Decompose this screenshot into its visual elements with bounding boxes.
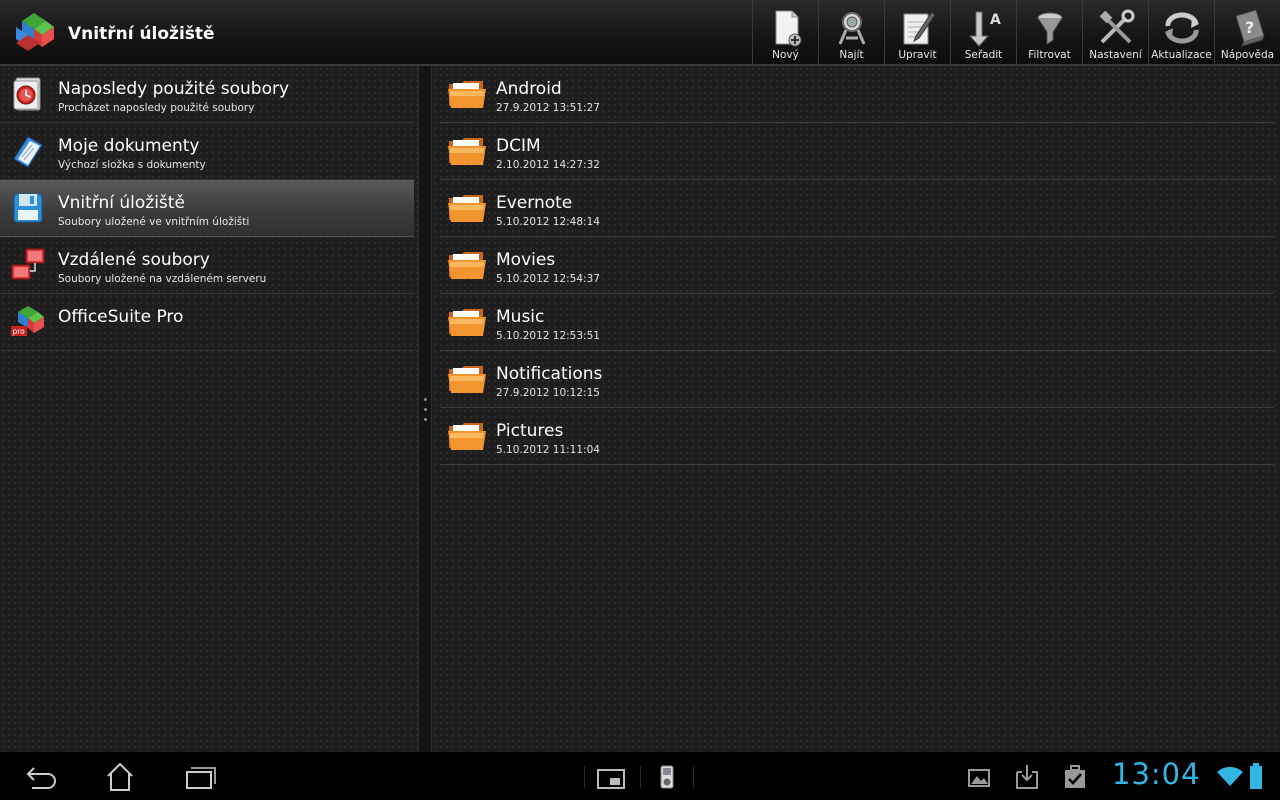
screenshot-icon[interactable] [594, 760, 628, 792]
file-row-music[interactable]: Music 5.10.2012 12:53:51 [440, 294, 1274, 351]
search-binoculars-icon [838, 12, 865, 45]
sidebar-item-subtitle: Procházet naposledy použité soubory [58, 102, 255, 114]
internal-storage-icon [13, 193, 43, 223]
sidebar-item-subtitle: Výchozí složka s dokumenty [58, 159, 206, 171]
pane-splitter-handle[interactable] [418, 66, 432, 752]
file-row-notifications[interactable]: Notifications 27.9.2012 10:12:15 [440, 351, 1274, 408]
task-done-notification-icon[interactable] [1060, 760, 1090, 792]
home-icon[interactable] [102, 760, 138, 792]
officesuite-pro-icon: pro [11, 306, 44, 336]
folder-icon [448, 81, 486, 108]
svg-text:?: ? [1245, 18, 1254, 37]
folder-icon [448, 252, 486, 279]
file-date: 5.10.2012 12:48:14 [496, 216, 600, 228]
system-navigation-bar: 13:04 [0, 752, 1280, 800]
help-label: Nápověda [1220, 49, 1275, 61]
my-documents-icon [13, 136, 43, 168]
recent-apps-icon[interactable] [182, 760, 218, 792]
splitter-grip-dot [424, 408, 427, 411]
status-clock[interactable]: 13:04 [1112, 757, 1201, 791]
refresh-label: Aktualizace [1151, 49, 1212, 61]
help-button[interactable]: ? Nápověda [1214, 0, 1280, 64]
new-document-icon [775, 10, 801, 47]
folder-icon [448, 423, 486, 450]
sidebar-item-officesuite-pro[interactable]: pro OfficeSuite Pro [0, 294, 414, 351]
back-icon[interactable] [22, 760, 62, 792]
file-name: Android [496, 79, 562, 99]
file-date: 27.9.2012 10:12:15 [496, 387, 600, 399]
settings-tools-icon [1099, 9, 1134, 44]
splitter-grip-dot [424, 398, 427, 401]
officesuite-logo-icon[interactable] [12, 11, 56, 55]
folder-icon [448, 138, 486, 165]
help-book-icon: ? [1234, 9, 1265, 47]
file-list-pane: Android 27.9.2012 13:51:27 DCIM 2.10.201… [432, 66, 1280, 752]
new-button[interactable]: Nový [752, 0, 818, 64]
recent-files-icon [13, 77, 41, 111]
toolbar-actions: Nový Najít Upravit A Seřadit Filtrovat N… [752, 0, 1280, 64]
sidebar-item-title: Naposledy použité soubory [58, 79, 290, 99]
sort-button[interactable]: A Seřadit [950, 0, 1016, 64]
filter-label: Filtrovat [1028, 49, 1071, 61]
wifi-icon [1217, 766, 1243, 786]
sidebar-item-title: Vzdálené soubory [58, 250, 210, 270]
sidebar-item-remote-files[interactable]: Vzdálené soubory Soubory uložené na vzdá… [0, 237, 414, 294]
download-notification-icon[interactable] [1012, 760, 1042, 792]
sidebar-item-title: Vnitřní úložiště [58, 193, 185, 213]
page-title: Vnitřní úložiště [68, 24, 215, 44]
folder-icon [448, 195, 486, 222]
sidebar-item-title: OfficeSuite Pro [58, 307, 184, 327]
file-name: Music [496, 307, 545, 327]
sidebar-item-subtitle: Soubory uložené na vzdáleném serveru [58, 273, 267, 285]
file-row-evernote[interactable]: Evernote 5.10.2012 12:48:14 [440, 180, 1274, 237]
sort-arrow-icon: A [968, 11, 1001, 47]
find-label: Najít [839, 49, 864, 61]
music-player-icon[interactable] [654, 760, 680, 792]
file-date: 5.10.2012 12:53:51 [496, 330, 600, 342]
action-bar: Vnitřní úložiště Nový Najít Upravit A Se… [0, 0, 1280, 66]
refresh-icon [1164, 12, 1199, 44]
battery-icon [1250, 763, 1262, 789]
edit-button[interactable]: Upravit [884, 0, 950, 64]
divider [693, 766, 694, 788]
filter-funnel-icon [1037, 12, 1062, 45]
divider [640, 766, 641, 788]
file-date: 2.10.2012 14:27:32 [496, 159, 600, 171]
navigation-pane: Naposledy použité soubory Procházet napo… [0, 66, 418, 752]
svg-text:A: A [990, 12, 1001, 28]
file-row-movies[interactable]: Movies 5.10.2012 12:54:37 [440, 237, 1274, 294]
file-row-pictures[interactable]: Pictures 5.10.2012 11:11:04 [440, 408, 1274, 465]
file-row-android[interactable]: Android 27.9.2012 13:51:27 [440, 66, 1274, 123]
settings-button[interactable]: Nastavení [1082, 0, 1148, 64]
sidebar-item-internal-storage[interactable]: Vnitřní úložiště Soubory uložené ve vnit… [0, 180, 414, 237]
sidebar-item-my-documents[interactable]: Moje dokumenty Výchozí složka s dokument… [0, 123, 414, 180]
gallery-notification-icon[interactable] [964, 760, 994, 792]
filter-button[interactable]: Filtrovat [1016, 0, 1082, 64]
file-name: Movies [496, 250, 556, 270]
sidebar-item-subtitle: Soubory uložené ve vnitřním úložišti [58, 216, 250, 228]
remote-files-icon [11, 248, 45, 280]
sort-label: Seřadit [964, 49, 1003, 61]
folder-icon [448, 309, 486, 336]
file-name: Evernote [496, 193, 573, 213]
find-button[interactable]: Najít [818, 0, 884, 64]
edit-notepad-icon [903, 11, 936, 45]
new-label: Nový [772, 49, 799, 61]
file-date: 5.10.2012 11:11:04 [496, 444, 600, 456]
file-date: 27.9.2012 13:51:27 [496, 102, 600, 114]
file-name: Pictures [496, 421, 564, 441]
sidebar-item-title: Moje dokumenty [58, 136, 200, 156]
splitter-grip-dot [424, 418, 427, 421]
svg-text:pro: pro [13, 327, 26, 336]
refresh-button[interactable]: Aktualizace [1148, 0, 1214, 64]
file-name: DCIM [496, 136, 541, 156]
edit-label: Upravit [898, 49, 937, 61]
sidebar-item-recent-files[interactable]: Naposledy použité soubory Procházet napo… [0, 66, 414, 123]
file-date: 5.10.2012 12:54:37 [496, 273, 600, 285]
divider [584, 766, 585, 788]
file-row-dcim[interactable]: DCIM 2.10.2012 14:27:32 [440, 123, 1274, 180]
file-name: Notifications [496, 364, 603, 384]
settings-label: Nastavení [1089, 49, 1142, 61]
folder-icon [448, 366, 486, 393]
